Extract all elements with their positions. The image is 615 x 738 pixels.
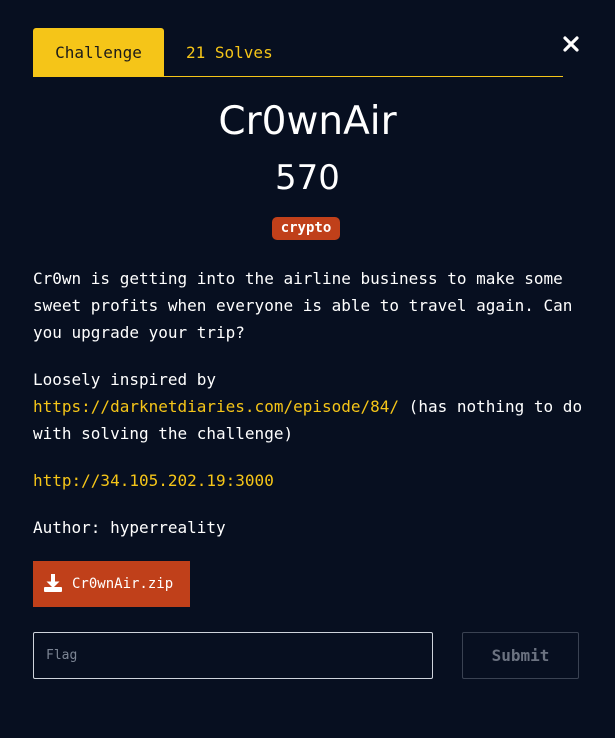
download-file-button[interactable]: Cr0wnAir.zip [33,561,190,607]
download-icon [43,573,63,593]
description-text: Cr0wn is getting into the airline busine… [33,269,583,342]
tab-solves[interactable]: 21 Solves [186,28,273,77]
server-link[interactable]: http://34.105.202.19:3000 [33,471,274,490]
download-file-label: Cr0wnAir.zip [72,576,174,592]
author-text: Author: hyperreality [33,518,226,537]
category-tag: crypto [272,217,340,240]
challenge-modal: Challenge 21 Solves Cr0wnAir 570 crypto … [0,0,615,738]
server-paragraph: http://34.105.202.19:3000 [33,467,593,494]
tab-bar: Challenge 21 Solves [33,28,563,77]
challenge-points: 570 [275,158,340,198]
flag-input[interactable] [33,632,433,679]
submit-button[interactable]: Submit [462,632,579,679]
challenge-title: Cr0wnAir [218,99,397,144]
darknet-diaries-link[interactable]: https://darknetdiaries.com/episode/84/ [33,397,399,416]
inspired-prefix: Loosely inspired by [33,370,226,389]
inspired-paragraph: Loosely inspired by https://darknetdiari… [33,366,593,447]
close-icon[interactable] [561,34,581,54]
tab-challenge[interactable]: Challenge [33,28,164,77]
